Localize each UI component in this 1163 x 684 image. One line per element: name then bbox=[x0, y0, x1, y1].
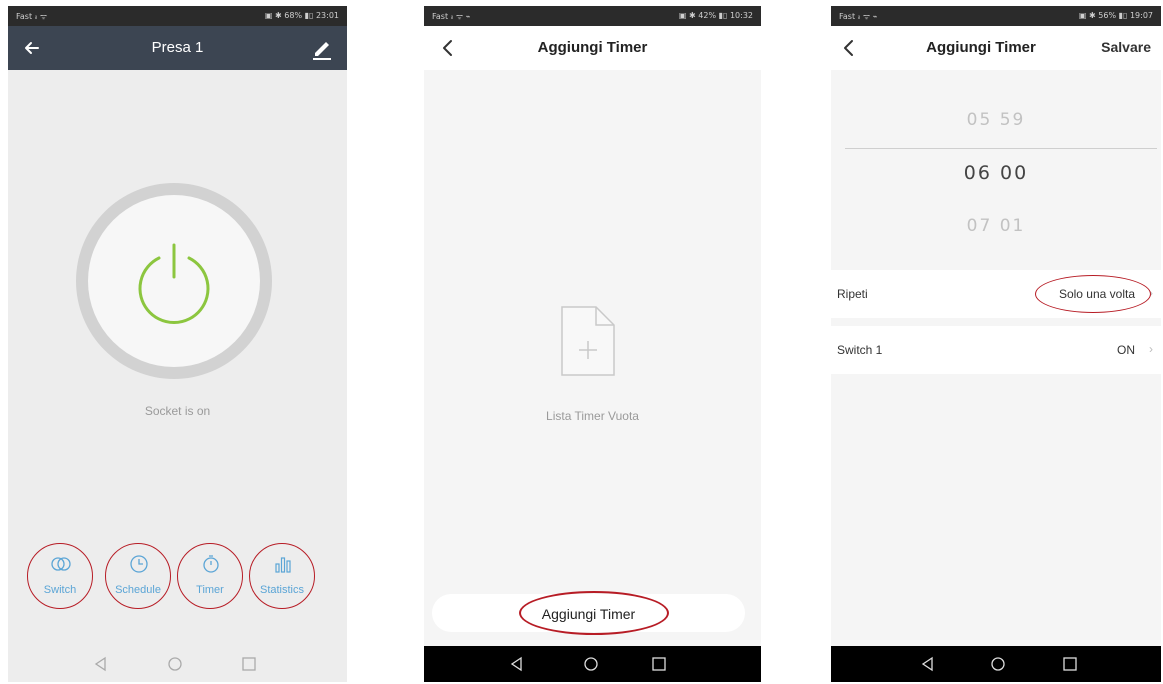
page-title: Presa 1 bbox=[151, 39, 204, 56]
power-button[interactable] bbox=[76, 183, 272, 379]
tab-label: Switch bbox=[43, 584, 77, 596]
phone-screen-timer-edit: Fast ᵢₗ ᯤ ⌁ ▣ ✱ 56% ▮▯ 19:07 Aggiungi Ti… bbox=[831, 6, 1161, 682]
phone-screen-device: Fast ᵢₗ ᯤ ▣ ✱ 68% ▮▯ 23:01 Presa 1 Socke… bbox=[8, 6, 347, 682]
page-title: Aggiungi Timer bbox=[926, 39, 1036, 56]
setting-label: Switch 1 bbox=[837, 343, 883, 357]
switch-setting-row[interactable]: Switch 1 ON › bbox=[831, 326, 1161, 374]
header-bar: Presa 1 bbox=[8, 26, 347, 70]
stopwatch-icon bbox=[201, 554, 221, 574]
status-bar-left: Fast ᵢₗ ᯤ ⌁ bbox=[432, 12, 471, 21]
bar-chart-icon bbox=[273, 554, 293, 574]
annotation-circle bbox=[1035, 275, 1151, 313]
repeat-setting-row[interactable]: Ripeti Solo una volta › bbox=[831, 270, 1161, 318]
power-icon bbox=[138, 243, 210, 325]
edit-pencil-icon[interactable] bbox=[309, 36, 335, 62]
nav-recents-icon[interactable] bbox=[650, 655, 668, 673]
status-bar-right: ▣ ✱ 68% ▮▯ 23:01 bbox=[264, 11, 339, 20]
status-bar: Fast ᵢₗ ᯤ ▣ ✱ 68% ▮▯ 23:01 bbox=[8, 6, 347, 26]
chevron-right-icon: › bbox=[1149, 342, 1153, 356]
save-button[interactable]: Salvare bbox=[1101, 39, 1151, 55]
picker-row-next[interactable]: 07 01 bbox=[831, 216, 1161, 236]
nav-back-icon[interactable] bbox=[92, 655, 110, 673]
status-bar-right: ▣ ✱ 56% ▮▯ 19:07 bbox=[1078, 11, 1153, 20]
time-picker[interactable]: 05 59 06 00 07 01 bbox=[831, 70, 1161, 266]
tab-schedule[interactable]: Schedule bbox=[105, 543, 171, 609]
page-title: Aggiungi Timer bbox=[537, 39, 648, 56]
nav-home-icon[interactable] bbox=[582, 655, 600, 673]
setting-value: ON bbox=[1117, 343, 1135, 357]
picker-hour: 07 bbox=[966, 216, 993, 236]
system-nav-bar bbox=[831, 646, 1161, 682]
picker-hour: 06 bbox=[963, 162, 992, 184]
tab-label: Schedule bbox=[115, 584, 161, 596]
picker-minute: 00 bbox=[1000, 162, 1029, 184]
status-bar-right: ▣ ✱ 42% ▮▯ 10:32 bbox=[678, 11, 753, 20]
picker-row-selected[interactable]: 06 00 bbox=[831, 162, 1161, 184]
status-bar: Fast ᵢₗ ᯤ ⌁ ▣ ✱ 42% ▮▯ 10:32 bbox=[424, 6, 761, 26]
nav-recents-icon[interactable] bbox=[240, 655, 258, 673]
status-bar: Fast ᵢₗ ᯤ ⌁ ▣ ✱ 56% ▮▯ 19:07 bbox=[831, 6, 1161, 26]
tab-statistics[interactable]: Statistics bbox=[249, 543, 315, 609]
toggle-icon bbox=[51, 554, 71, 574]
device-state-text: Socket is on bbox=[144, 404, 211, 418]
header-bar: Aggiungi Timer Salvare bbox=[831, 26, 1161, 70]
status-bar-left: Fast ᵢₗ ᯤ bbox=[16, 12, 48, 21]
picker-minute: 01 bbox=[999, 216, 1026, 236]
nav-back-icon[interactable] bbox=[919, 655, 937, 673]
tab-label: Statistics bbox=[259, 584, 304, 596]
setting-label: Ripeti bbox=[837, 287, 868, 301]
empty-state-text: Lista Timer Vuota bbox=[546, 409, 639, 423]
nav-recents-icon[interactable] bbox=[1061, 655, 1079, 673]
nav-back-icon[interactable] bbox=[508, 655, 526, 673]
picker-row-previous[interactable]: 05 59 bbox=[831, 110, 1161, 130]
tab-label: Timer bbox=[196, 584, 224, 596]
clock-icon bbox=[129, 554, 149, 574]
phone-screen-timer-list: Fast ᵢₗ ᯤ ⌁ ▣ ✱ 42% ▮▯ 10:32 Aggiungi Ti… bbox=[424, 6, 761, 682]
nav-home-icon[interactable] bbox=[989, 655, 1007, 673]
header-bar: Aggiungi Timer bbox=[424, 26, 761, 70]
system-nav-bar bbox=[424, 646, 761, 682]
add-timer-label: Aggiungi Timer bbox=[541, 606, 636, 622]
picker-minute: 59 bbox=[999, 110, 1026, 130]
power-button-face bbox=[88, 195, 260, 367]
picker-divider bbox=[845, 148, 1157, 149]
empty-document-icon bbox=[558, 303, 618, 379]
tab-switch[interactable]: Switch bbox=[27, 543, 93, 609]
status-bar-left: Fast ᵢₗ ᯤ ⌁ bbox=[839, 12, 878, 21]
tab-timer[interactable]: Timer bbox=[177, 543, 243, 609]
picker-hour: 05 bbox=[966, 110, 993, 130]
add-timer-button[interactable]: Aggiungi Timer bbox=[432, 591, 745, 635]
nav-home-icon[interactable] bbox=[166, 655, 184, 673]
system-nav-bar bbox=[8, 646, 347, 682]
